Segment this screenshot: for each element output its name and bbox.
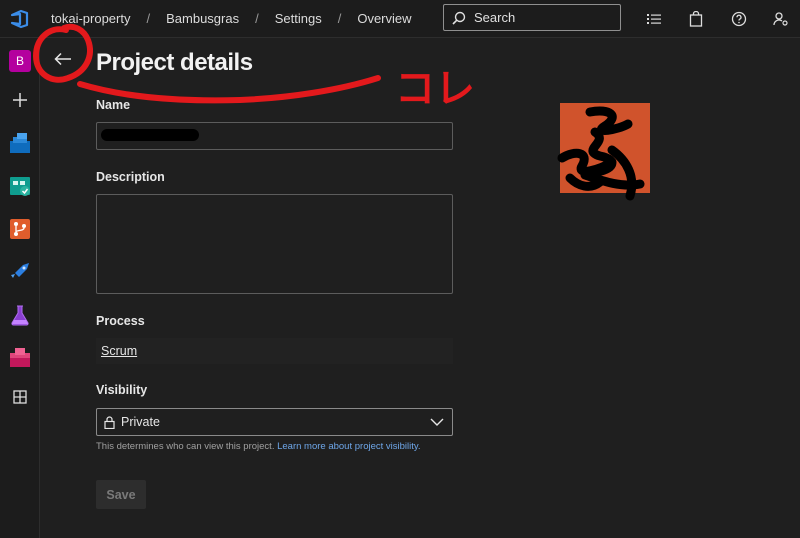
visibility-label: Visibility <box>96 383 148 397</box>
redacted-name-value <box>101 129 199 141</box>
process-row <box>96 338 453 364</box>
lock-icon <box>104 415 115 429</box>
process-label: Process <box>96 314 145 328</box>
breadcrumb-organization[interactable]: tokai-property <box>51 11 130 26</box>
work-items-list-icon[interactable] <box>644 9 664 29</box>
annotation-text: コレ <box>395 66 475 112</box>
breadcrumb: tokai-property / Bambusgras / Settings /… <box>51 11 412 26</box>
project-tile-initial: B <box>9 50 31 72</box>
grid-extensions-icon[interactable] <box>8 385 32 409</box>
process-link[interactable]: Scrum <box>101 344 137 358</box>
left-navigation-rail: B <box>0 38 40 538</box>
test-plans-icon[interactable] <box>8 303 32 327</box>
arrow-left-icon <box>54 52 71 66</box>
chevron-down-icon <box>430 418 444 426</box>
search-placeholder: Search <box>474 10 516 25</box>
top-bar: tokai-property / Bambusgras / Settings /… <box>0 0 800 38</box>
new-item-plus-icon[interactable] <box>8 88 32 112</box>
description-field[interactable] <box>96 194 453 294</box>
page-title: Project details <box>96 49 253 76</box>
name-label: Name <box>96 98 131 112</box>
save-button[interactable]: Save <box>96 480 146 509</box>
breadcrumb-separator: / <box>146 11 151 26</box>
artifacts-icon[interactable] <box>8 346 32 370</box>
pipelines-icon[interactable] <box>8 260 32 284</box>
breadcrumb-overview[interactable]: Overview <box>357 11 411 26</box>
visibility-hint: This determines who can view this projec… <box>96 441 421 452</box>
breadcrumb-separator: / <box>337 11 342 26</box>
marketplace-bag-icon[interactable] <box>686 9 706 29</box>
description-label: Description <box>96 170 165 184</box>
visibility-value: Private <box>121 415 160 429</box>
app-root: tokai-property / Bambusgras / Settings /… <box>0 0 800 538</box>
boards-icon[interactable] <box>8 174 32 198</box>
search-box[interactable]: Search <box>443 4 621 31</box>
visibility-dropdown[interactable]: Private <box>96 408 453 436</box>
name-field[interactable] <box>96 122 453 150</box>
azure-devops-logo-icon[interactable] <box>0 0 40 38</box>
project-avatar[interactable] <box>560 103 650 193</box>
visibility-learn-more-link[interactable]: Learn more about project visibility. <box>277 441 420 452</box>
project-tile-button[interactable]: B <box>8 49 32 73</box>
overview-icon[interactable] <box>8 131 32 155</box>
search-icon <box>452 11 466 25</box>
breadcrumb-settings[interactable]: Settings <box>275 11 322 26</box>
repos-icon[interactable] <box>8 217 32 241</box>
breadcrumb-separator: / <box>255 11 259 26</box>
back-button[interactable] <box>50 46 76 72</box>
user-settings-icon[interactable] <box>771 9 791 29</box>
visibility-hint-text: This determines who can view this projec… <box>96 441 278 452</box>
help-icon[interactable] <box>729 9 749 29</box>
breadcrumb-project[interactable]: Bambusgras <box>166 11 239 26</box>
